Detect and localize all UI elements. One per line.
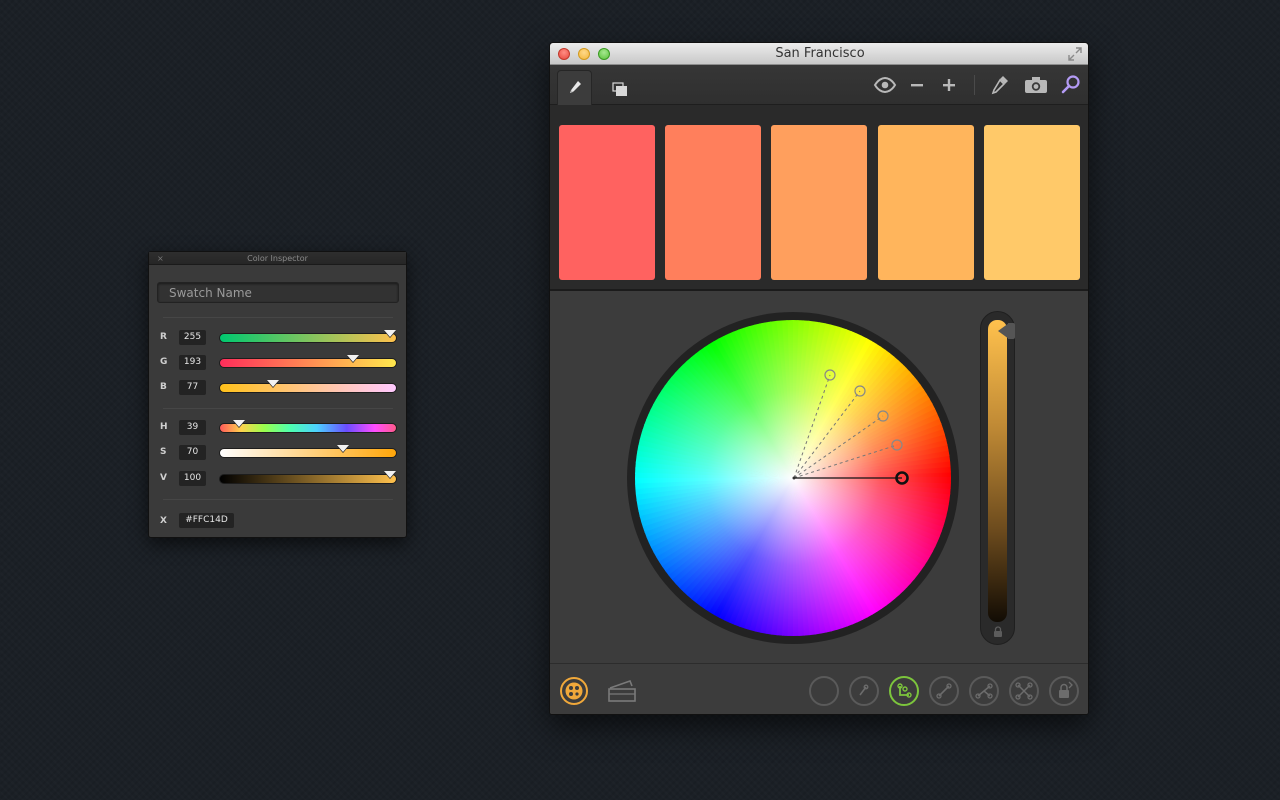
triad-icon bbox=[1015, 682, 1033, 700]
b-slider[interactable] bbox=[219, 380, 397, 393]
mode-custom-button[interactable] bbox=[1049, 676, 1079, 706]
complementary-icon bbox=[936, 683, 952, 699]
g-slider[interactable] bbox=[219, 355, 397, 368]
r-slider-thumb[interactable] bbox=[384, 330, 396, 337]
camera-icon[interactable] bbox=[1023, 73, 1049, 97]
brightness-track[interactable] bbox=[988, 320, 1007, 622]
v-value-field[interactable]: 100 bbox=[179, 471, 206, 486]
mode-monochromatic-button[interactable] bbox=[809, 676, 839, 706]
h-label: H bbox=[160, 422, 168, 432]
color-swatch[interactable] bbox=[665, 125, 761, 280]
mode-shades-button[interactable] bbox=[889, 676, 919, 706]
custom-lock-icon bbox=[1059, 681, 1073, 698]
inspector-titlebar: × Color Inspector bbox=[149, 252, 406, 265]
bottom-toolbar bbox=[550, 663, 1088, 714]
color-wheel-icon[interactable] bbox=[559, 676, 589, 706]
shades-icon bbox=[897, 683, 912, 698]
b-label: B bbox=[160, 382, 167, 392]
brightness-thumb-body[interactable] bbox=[1008, 323, 1015, 339]
s-label: S bbox=[160, 447, 167, 457]
r-value-field[interactable]: 255 bbox=[179, 330, 206, 345]
mode-compound-button[interactable] bbox=[969, 676, 999, 706]
g-value-field[interactable]: 193 bbox=[179, 355, 206, 370]
library-icon bbox=[612, 82, 627, 96]
pencil-icon bbox=[570, 81, 581, 93]
wheel-center-dot bbox=[792, 476, 796, 480]
swatch-name-input[interactable] bbox=[157, 282, 399, 303]
eyedropper-icon[interactable] bbox=[987, 73, 1011, 97]
slider-row-g: G 193 bbox=[149, 355, 408, 371]
picker-area bbox=[550, 293, 1088, 663]
compound-icon bbox=[975, 683, 993, 699]
color-swatch[interactable] bbox=[559, 125, 655, 280]
search-icon[interactable] bbox=[1059, 73, 1083, 97]
fullscreen-icon[interactable] bbox=[1068, 47, 1082, 61]
b-value-field[interactable]: 77 bbox=[179, 380, 206, 395]
s-value-field[interactable]: 70 bbox=[179, 445, 206, 460]
mode-complementary-button[interactable] bbox=[929, 676, 959, 706]
color-swatch[interactable] bbox=[984, 125, 1080, 280]
mode-triad-button[interactable] bbox=[1009, 676, 1039, 706]
analogous-icon bbox=[859, 684, 869, 696]
slider-row-b: B 77 bbox=[149, 380, 408, 396]
h-value-field[interactable]: 39 bbox=[179, 420, 206, 435]
tab-edit[interactable] bbox=[557, 70, 592, 105]
eye-icon[interactable] bbox=[873, 73, 897, 97]
g-slider-thumb[interactable] bbox=[347, 355, 360, 362]
slider-row-v: V 100 bbox=[149, 471, 408, 487]
b-slider-thumb[interactable] bbox=[267, 380, 280, 387]
color-wheel[interactable] bbox=[626, 311, 960, 645]
r-label: R bbox=[160, 332, 167, 342]
color-swatch[interactable] bbox=[771, 125, 867, 280]
v-slider-thumb[interactable] bbox=[384, 471, 396, 478]
divider bbox=[163, 408, 393, 409]
s-slider[interactable] bbox=[219, 445, 397, 458]
slider-row-r: R 255 bbox=[149, 330, 408, 346]
v-slider[interactable] bbox=[219, 471, 397, 484]
h-slider-thumb[interactable] bbox=[233, 420, 245, 427]
slider-row-h: H 39 bbox=[149, 420, 408, 436]
minus-icon[interactable] bbox=[905, 73, 929, 97]
v-label: V bbox=[160, 473, 167, 483]
inspector-close-button[interactable]: × bbox=[157, 252, 164, 265]
hex-value-field[interactable]: #FFC14D bbox=[179, 513, 234, 528]
color-swatch[interactable] bbox=[878, 125, 974, 280]
divider bbox=[163, 499, 393, 500]
main-window: San Francisco bbox=[549, 42, 1089, 715]
slider-row-s: S 70 bbox=[149, 445, 408, 461]
tab-library[interactable] bbox=[602, 70, 637, 105]
plus-icon[interactable] bbox=[937, 73, 961, 97]
g-label: G bbox=[160, 357, 168, 367]
lock-icon[interactable] bbox=[992, 626, 1004, 638]
r-slider[interactable] bbox=[219, 330, 397, 343]
h-slider[interactable] bbox=[219, 420, 397, 433]
brightness-slider[interactable] bbox=[980, 311, 1015, 645]
toolbar-divider bbox=[974, 75, 975, 95]
s-slider-thumb[interactable] bbox=[337, 445, 350, 452]
divider bbox=[163, 317, 393, 318]
color-rules-icon[interactable] bbox=[607, 678, 637, 704]
toolbar bbox=[550, 65, 1088, 105]
inspector-title: Color Inspector bbox=[247, 254, 308, 263]
window-title: San Francisco bbox=[775, 46, 865, 61]
color-inspector-panel: × Color Inspector R 255 G 193 B 77 H 39 … bbox=[148, 251, 407, 538]
hex-label: X bbox=[160, 516, 167, 526]
swatch-strip bbox=[550, 105, 1088, 291]
window-titlebar: San Francisco bbox=[550, 43, 1088, 65]
mode-analogous-button[interactable] bbox=[849, 676, 879, 706]
